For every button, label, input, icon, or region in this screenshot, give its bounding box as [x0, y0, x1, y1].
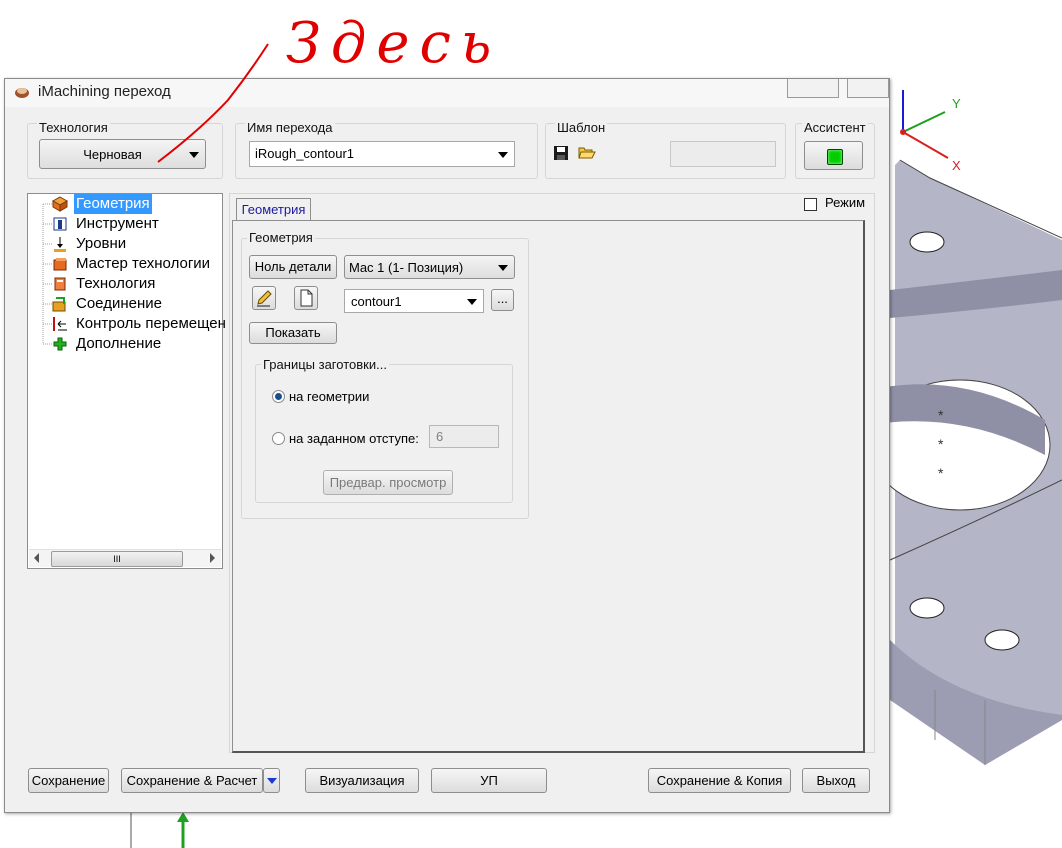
- annotation-arrow: [157, 43, 269, 163]
- annotation-text: Здесь: [286, 11, 501, 76]
- annotation-overlay: Здесь: [157, 11, 501, 163]
